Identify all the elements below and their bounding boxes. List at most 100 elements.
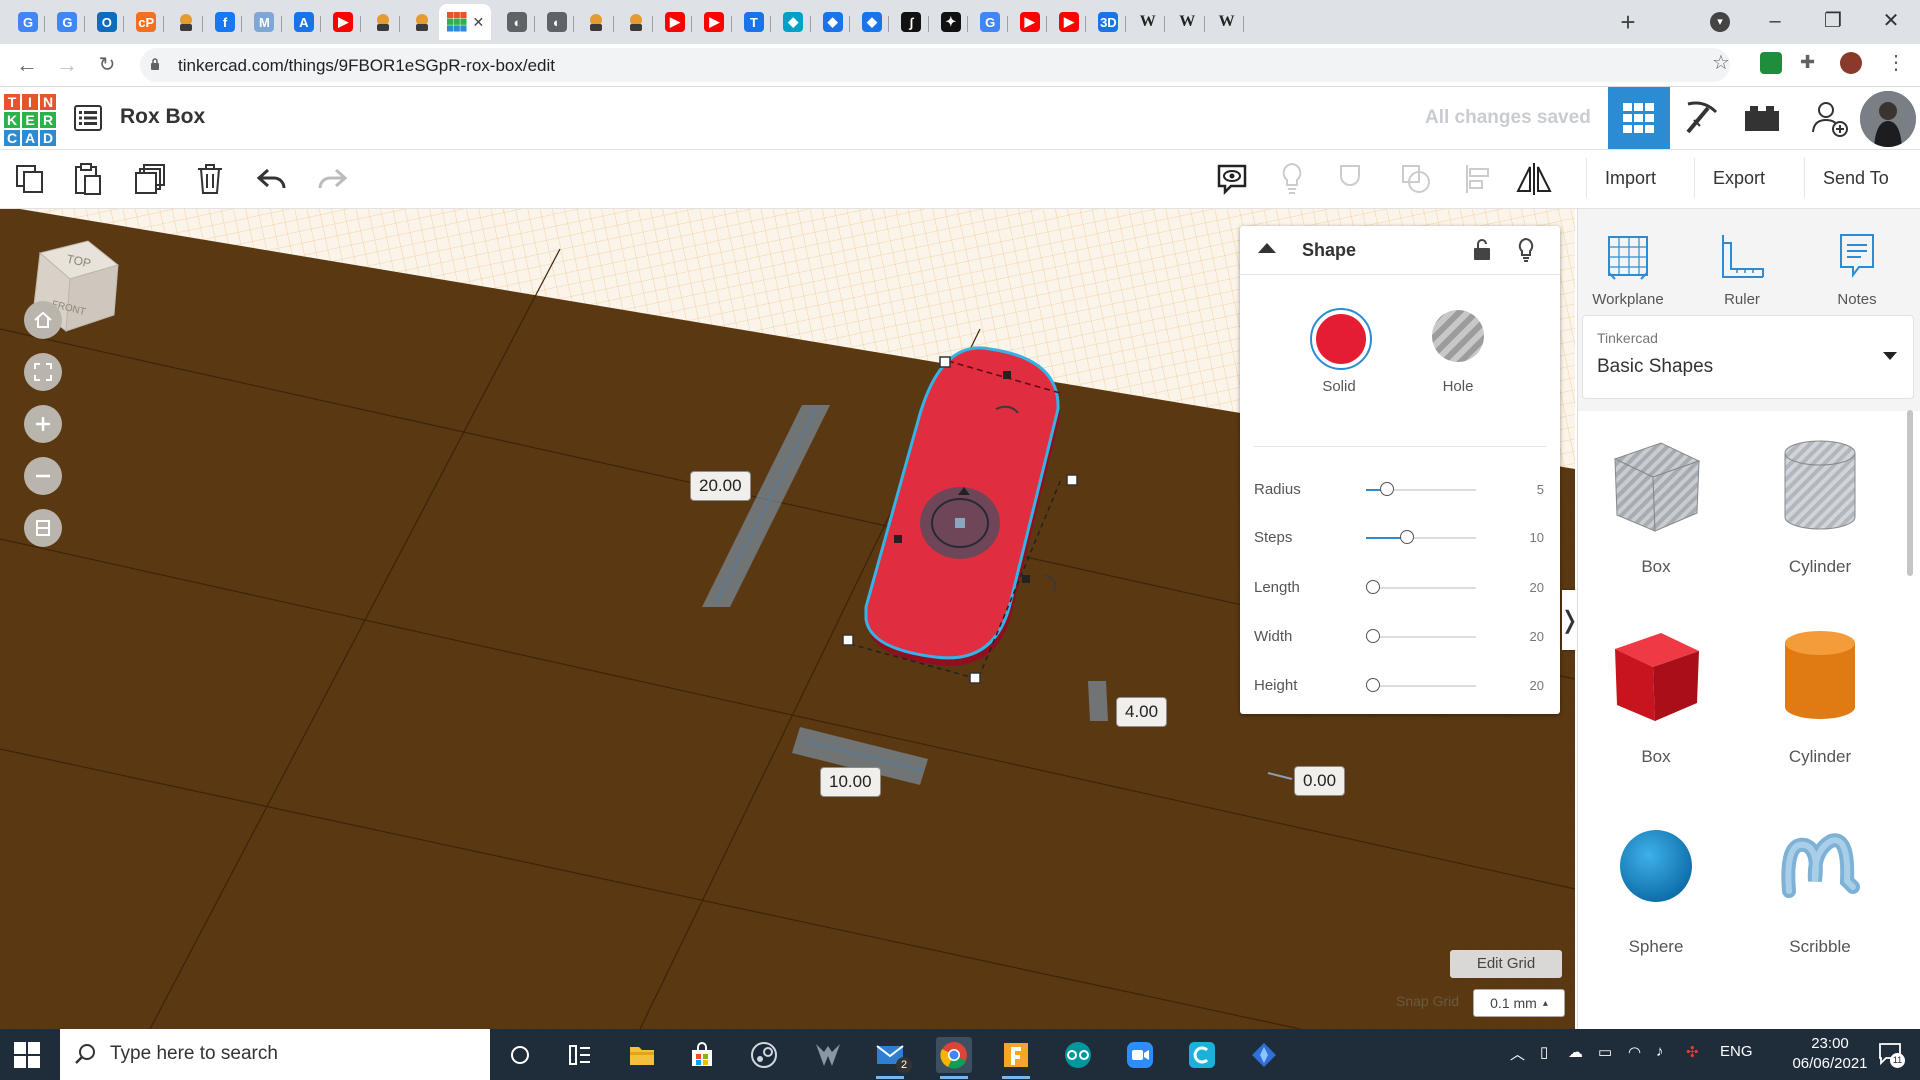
property-value[interactable]: 5 [1516,482,1544,497]
lock-shape-icon[interactable] [1472,238,1492,262]
slider-knob[interactable] [1380,482,1394,496]
zoom-in-button[interactable] [24,405,62,443]
design-list-icon[interactable] [74,105,102,131]
browser-tab[interactable]: ◐ [535,4,579,40]
browser-menu-icon[interactable]: ⋮ [1886,50,1906,75]
extensions-puzzle-icon[interactable]: ✚ [1800,52,1822,74]
duplicate-button[interactable] [130,160,170,198]
browser-tab[interactable]: W [1165,4,1209,40]
copy-button[interactable] [10,160,50,198]
dimension-elevation-label[interactable]: 0.00 [1294,766,1346,796]
ruler-button[interactable]: Ruler [1692,225,1792,308]
browser-tab[interactable]: G [968,4,1012,40]
shape-box[interactable]: Box [1578,601,1734,781]
reload-button[interactable]: ↻ [94,52,120,78]
browser-tab[interactable]: ✕ [439,4,492,40]
address-bar[interactable]: tinkercad.com/things/9FBOR1eSGpR-rox-box… [140,48,1730,82]
ortho-view-button[interactable] [24,509,62,547]
new-tab-button[interactable]: + [1614,8,1642,36]
collapse-icon[interactable] [1258,243,1276,253]
slider-knob[interactable] [1366,629,1380,643]
property-value[interactable]: 20 [1516,580,1544,595]
group-button[interactable] [1334,160,1374,198]
action-center-button[interactable]: 11 [1878,1041,1905,1068]
file-explorer-icon[interactable] [624,1037,660,1073]
mirror-button[interactable] [1514,160,1554,198]
slider-knob[interactable] [1366,580,1380,594]
browser-tab[interactable]: ◆ [850,4,894,40]
chrome-icon[interactable] [936,1037,972,1079]
hole-button[interactable] [1432,310,1484,362]
close-window-button[interactable]: ✕ [1868,6,1914,36]
restore-button[interactable]: ❐ [1810,6,1856,36]
browser-tab[interactable]: cP [124,4,168,40]
undo-button[interactable] [252,160,292,198]
browser-tab[interactable]: ◆ [811,4,855,40]
shape-box-hole[interactable]: Box [1578,411,1734,591]
close-tab-icon[interactable]: ✕ [473,14,485,31]
shape-cylinder[interactable]: Cylinder [1742,601,1898,781]
browser-tab[interactable]: T [732,4,776,40]
notes-button[interactable]: Notes [1807,225,1907,308]
slider-knob[interactable] [1366,678,1380,692]
fusion-icon[interactable] [998,1037,1034,1079]
system-clock[interactable]: 23:00 06/06/2021 [1780,1034,1880,1074]
dimension-length-label[interactable]: 20.00 [690,471,751,501]
avatar[interactable] [1860,91,1916,147]
slider-knob[interactable] [1400,530,1414,544]
profile-avatar[interactable] [1840,52,1862,74]
browser-tab[interactable] [400,4,444,40]
zoom-icon[interactable] [1122,1037,1158,1073]
antivirus-icon[interactable]: ✣ [1686,1043,1699,1061]
wifi-icon[interactable]: ◠ [1628,1043,1641,1061]
shape-sphere[interactable]: Sphere [1578,791,1734,971]
fit-view-button[interactable] [24,353,62,391]
browser-tab[interactable]: f [203,4,247,40]
bookmark-star-icon[interactable]: ☆ [1712,50,1730,75]
hide-shape-lightbulb-icon[interactable] [1516,237,1536,263]
notes-tool-button[interactable] [1212,160,1252,198]
workplane-button[interactable]: Workplane [1578,225,1678,308]
language-indicator[interactable]: ENG [1720,1043,1753,1060]
slider-track[interactable] [1366,587,1476,589]
export-button[interactable]: Export [1694,158,1783,198]
mail-icon[interactable]: 2 [872,1037,912,1079]
browser-tab[interactable] [614,4,658,40]
import-button[interactable]: Import [1586,158,1674,198]
shape-scribble[interactable]: Scribble [1742,791,1898,971]
browser-tab[interactable] [361,4,405,40]
browser-tab[interactable]: ▶ [1008,4,1052,40]
slider-track[interactable] [1366,685,1476,687]
home-view-button[interactable] [24,301,62,339]
app-diamond-icon[interactable] [1246,1037,1282,1073]
chevron-up-icon[interactable]: ︿ [1510,1043,1525,1064]
browser-tab[interactable]: M [242,4,286,40]
steam-icon[interactable] [746,1037,782,1073]
browser-tab[interactable]: ▶ [321,4,365,40]
paste-button[interactable] [68,160,108,198]
snap-grid-select[interactable]: 0.1 mm ▴ [1473,989,1565,1017]
windows-start-icon[interactable] [14,1042,40,1068]
align-button[interactable] [1458,160,1498,198]
extension-check-icon[interactable] [1760,52,1782,74]
browser-tab[interactable] [574,4,618,40]
design-title[interactable]: Rox Box [120,105,205,129]
panel-scrollbar[interactable] [1907,410,1913,576]
property-value[interactable]: 10 [1516,530,1544,545]
predator-icon[interactable] [810,1037,846,1073]
cortana-icon[interactable] [502,1037,538,1073]
browser-tab[interactable]: 3D [1086,4,1130,40]
browser-tab[interactable]: G [45,4,89,40]
store-icon[interactable] [684,1037,720,1073]
browser-tab[interactable]: ∫ [889,4,933,40]
invite-user-button[interactable] [1800,87,1860,149]
property-value[interactable]: 20 [1516,629,1544,644]
dimension-width-label[interactable]: 10.00 [820,767,881,797]
browser-tab[interactable]: ▶ [653,4,697,40]
browser-tab[interactable]: W [1126,4,1170,40]
3d-view-button[interactable] [1608,87,1670,149]
tab-search-button[interactable]: ▾ [1710,12,1730,32]
show-all-button[interactable] [1272,160,1312,198]
send-to-button[interactable]: Send To [1804,158,1907,198]
browser-tab[interactable]: A [282,4,326,40]
